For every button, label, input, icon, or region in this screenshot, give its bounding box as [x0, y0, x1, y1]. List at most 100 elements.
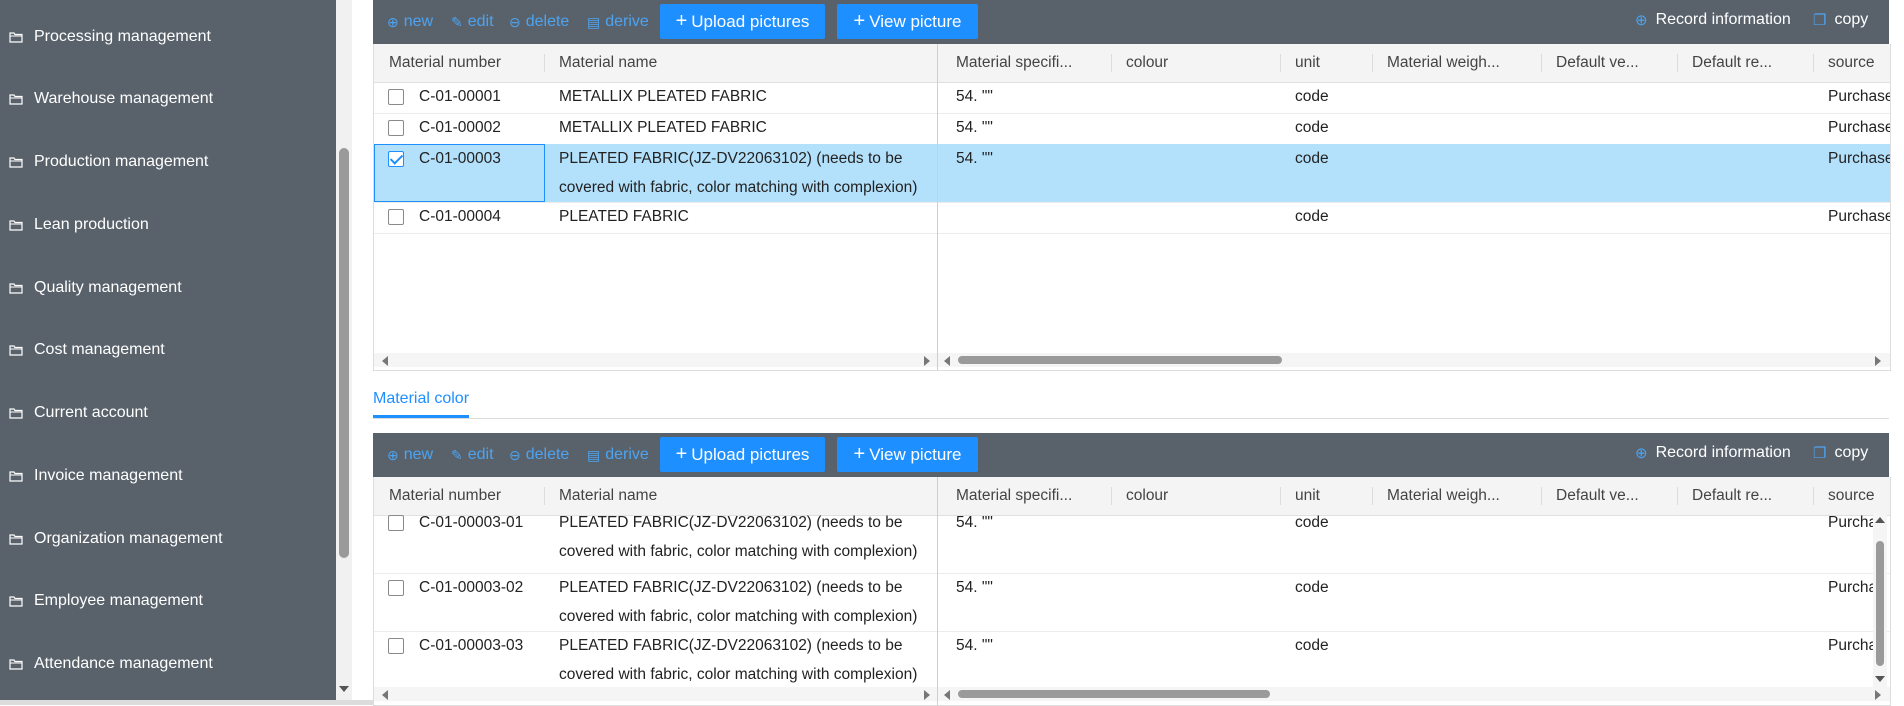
sidebar-item-attendance[interactable]: Attendance management: [0, 650, 336, 678]
material-number: C-01-00002: [419, 119, 501, 136]
upload-pictures-button[interactable]: + Upload pictures: [660, 437, 825, 472]
new-button[interactable]: ⊕ new: [387, 433, 433, 477]
view-picture-button[interactable]: + View picture: [837, 437, 978, 472]
horizontal-scrollbar[interactable]: [938, 687, 1890, 701]
col-colour[interactable]: colour: [1126, 477, 1168, 515]
row-checkbox[interactable]: [388, 89, 404, 105]
material-source: Purchase: [1828, 150, 1891, 167]
horizontal-scrollbar-thumb[interactable]: [958, 690, 1270, 698]
tab-material-color[interactable]: Material color: [373, 380, 469, 417]
scroll-right-arrow-icon[interactable]: [1875, 690, 1881, 700]
sidebar-item-warehouse[interactable]: Warehouse management: [0, 85, 336, 113]
sidebar-item-processing[interactable]: Processing management: [0, 23, 336, 51]
sidebar-item-organization[interactable]: Organization management: [0, 525, 336, 553]
table-row[interactable]: C-01-00003-01 PLEATED FABRIC(JZ-DV220631…: [374, 514, 1890, 574]
col-material-number[interactable]: Material number: [389, 44, 501, 82]
column-separator: [1111, 54, 1112, 72]
vertical-scrollbar-thumb[interactable]: [1876, 541, 1884, 666]
record-information-button[interactable]: ⊕ Record information: [1635, 433, 1791, 473]
material-spec: 54. "": [956, 119, 993, 136]
minus-circle-icon: ⊖: [509, 446, 521, 463]
plus-icon: +: [853, 443, 866, 465]
column-separator: [544, 487, 545, 505]
scroll-left-arrow-icon[interactable]: [944, 356, 950, 366]
row-checkbox[interactable]: [388, 580, 404, 596]
scroll-right-arrow-icon[interactable]: [924, 356, 930, 366]
col-default-ve[interactable]: Default ve...: [1556, 44, 1639, 82]
scroll-left-arrow-icon[interactable]: [382, 690, 388, 700]
row-checkbox[interactable]: [388, 515, 404, 531]
zoom-icon: ⊕: [1635, 12, 1648, 29]
scroll-left-arrow-icon[interactable]: [382, 356, 388, 366]
col-material-weight[interactable]: Material weigh...: [1387, 44, 1500, 82]
table-row[interactable]: C-01-00001 METALLIX PLEATED FABRIC 54. "…: [374, 82, 1890, 114]
material-number: C-01-00003-01: [419, 514, 524, 531]
copy-button[interactable]: ❐ copy: [1813, 433, 1868, 473]
delete-button[interactable]: ⊖ delete: [509, 433, 569, 477]
new-button[interactable]: ⊕ new: [387, 0, 433, 44]
derive-button[interactable]: ▤ derive: [587, 433, 649, 477]
sidebar-item-invoice[interactable]: Invoice management: [0, 462, 336, 490]
vertical-scrollbar[interactable]: [1873, 515, 1887, 687]
materials-toolbar: ⊕ new ✎ edit ⊖ delete ▤ derive + Upload pictu…: [373, 0, 1889, 44]
col-default-re[interactable]: Default re...: [1692, 477, 1772, 515]
horizontal-scrollbar[interactable]: [938, 353, 1890, 367]
fixed-horizontal-scrollbar[interactable]: [374, 353, 937, 367]
sidebar-scrollbar-thumb[interactable]: [339, 148, 349, 558]
col-colour[interactable]: colour: [1126, 44, 1168, 82]
scroll-down-arrow-icon[interactable]: [1875, 676, 1885, 682]
record-information-button[interactable]: ⊕ Record information: [1635, 0, 1791, 40]
table-row[interactable]: C-01-00003-03 PLEATED FABRIC(JZ-DV220631…: [374, 631, 1890, 690]
delete-button[interactable]: ⊖ delete: [509, 0, 569, 44]
sidebar-item-label: Lean production: [34, 216, 149, 233]
sidebar-item-employee[interactable]: Employee management: [0, 587, 336, 615]
scroll-right-arrow-icon[interactable]: [1875, 356, 1881, 366]
document-icon: ▤: [587, 13, 601, 30]
fixed-horizontal-scrollbar[interactable]: [374, 687, 937, 701]
table-row-selected[interactable]: C-01-00003 PLEATED FABRIC(JZ-DV22063102)…: [374, 144, 1890, 203]
scroll-right-arrow-icon[interactable]: [924, 690, 930, 700]
folder-icon: [9, 658, 23, 670]
folder-icon: [9, 282, 23, 294]
row-checkbox[interactable]: [388, 638, 404, 654]
scroll-left-arrow-icon[interactable]: [944, 690, 950, 700]
material-name: PLEATED FABRIC(JZ-DV22063102) (needs to …: [559, 637, 918, 683]
table-row[interactable]: C-01-00004 PLEATED FABRIC code Purchase: [374, 202, 1890, 234]
edit-button[interactable]: ✎ edit: [451, 433, 494, 477]
material-spec: 54. "": [956, 514, 993, 531]
table-row[interactable]: C-01-00003-02 PLEATED FABRIC(JZ-DV220631…: [374, 573, 1890, 632]
material-name: METALLIX PLEATED FABRIC: [559, 119, 767, 136]
copy-button[interactable]: ❐ copy: [1813, 0, 1868, 40]
sidebar-item-production[interactable]: Production management: [0, 148, 336, 176]
plus-icon: +: [675, 10, 688, 32]
material-unit: code: [1295, 150, 1329, 167]
col-source[interactable]: source: [1828, 44, 1875, 82]
row-checkbox[interactable]: [388, 209, 404, 225]
fixed-column-divider: [937, 44, 938, 370]
scroll-down-arrow-icon[interactable]: [339, 686, 349, 692]
material-number: C-01-00003-02: [419, 579, 524, 596]
scroll-up-arrow-icon[interactable]: [1875, 517, 1885, 523]
col-material-name[interactable]: Material name: [559, 44, 657, 82]
material-unit: code: [1295, 514, 1329, 531]
sidebar-item-lean[interactable]: Lean production: [0, 211, 336, 239]
col-default-ve[interactable]: Default ve...: [1556, 477, 1639, 515]
derive-button[interactable]: ▤ derive: [587, 0, 649, 44]
col-default-re[interactable]: Default re...: [1692, 44, 1772, 82]
row-checkbox-checked[interactable]: [388, 151, 404, 167]
folder-icon: [9, 344, 23, 356]
view-picture-button[interactable]: + View picture: [837, 4, 978, 39]
sidebar-item-quality[interactable]: Quality management: [0, 274, 336, 302]
sidebar-item-cost[interactable]: Cost management: [0, 336, 336, 364]
edit-button[interactable]: ✎ edit: [451, 0, 494, 44]
column-separator: [1280, 54, 1281, 72]
table-row[interactable]: C-01-00002 METALLIX PLEATED FABRIC 54. "…: [374, 113, 1890, 145]
col-unit[interactable]: unit: [1295, 44, 1320, 82]
row-checkbox[interactable]: [388, 120, 404, 136]
horizontal-scrollbar-thumb[interactable]: [958, 356, 1282, 364]
folder-icon: [9, 93, 23, 105]
upload-pictures-button[interactable]: + Upload pictures: [660, 4, 825, 39]
sidebar-item-current-account[interactable]: Current account: [0, 399, 336, 427]
col-material-weight[interactable]: Material weigh...: [1387, 477, 1500, 515]
col-material-spec[interactable]: Material specifi...: [956, 44, 1072, 82]
